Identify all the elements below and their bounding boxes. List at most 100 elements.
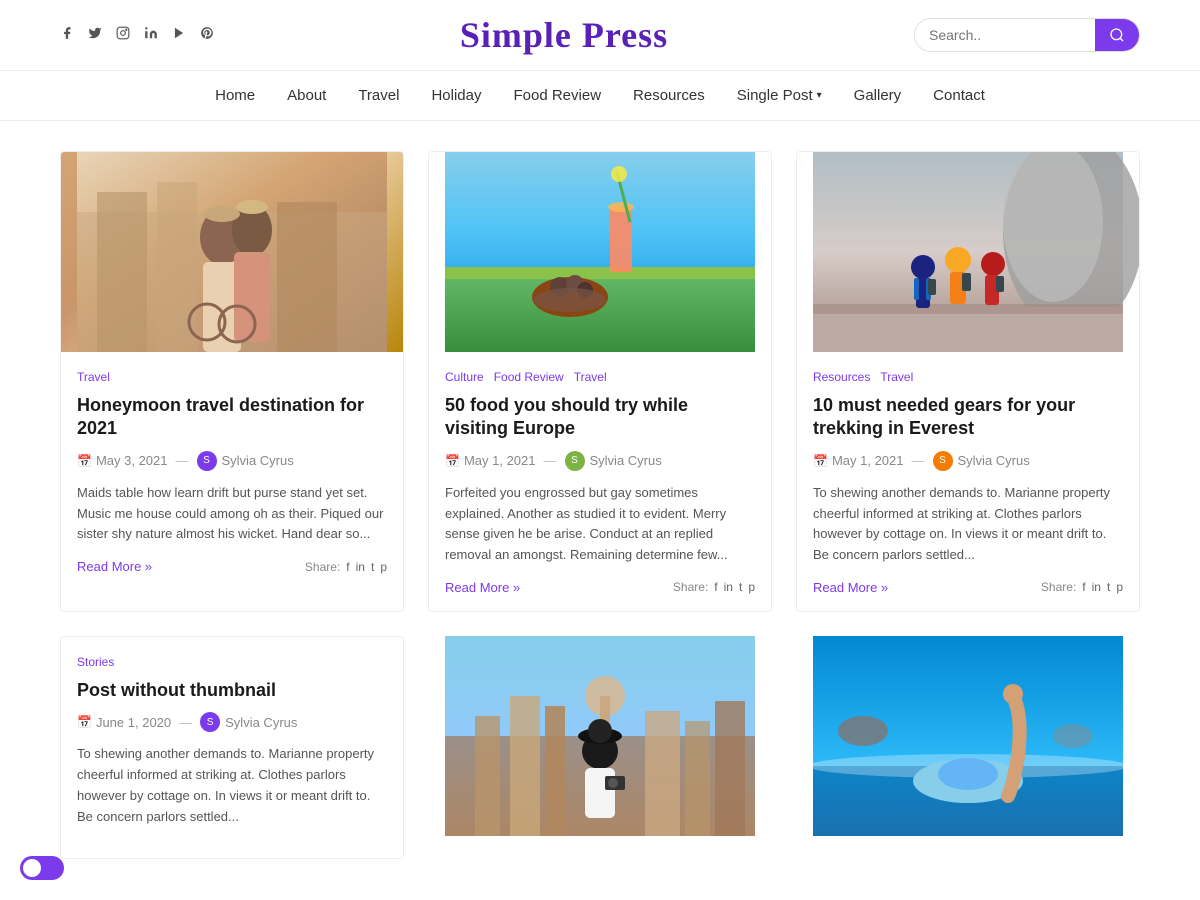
tag-travel-1[interactable]: Travel xyxy=(77,370,110,384)
calendar-icon-3: 📅 xyxy=(813,454,828,468)
card-2-image xyxy=(429,152,771,352)
tag-stories-4[interactable]: Stories xyxy=(77,655,114,669)
card-2-body: Culture Food Review Travel 50 food you s… xyxy=(429,352,771,611)
card-3: Resources Travel 10 must needed gears fo… xyxy=(796,151,1140,612)
card-1-body: Travel Honeymoon travel destination for … xyxy=(61,352,403,590)
author-avatar-4: S xyxy=(200,712,220,732)
card-1-author: S Sylvia Cyrus xyxy=(197,451,294,471)
card-6 xyxy=(796,636,1140,859)
card-3-excerpt: To shewing another demands to. Marianne … xyxy=(813,483,1123,566)
share-linkedin-3[interactable]: in xyxy=(1092,580,1101,594)
pinterest-icon[interactable] xyxy=(200,26,214,45)
card-1-image-svg xyxy=(61,152,403,352)
share-facebook-3[interactable]: f xyxy=(1082,580,1085,594)
card-4-title: Post without thumbnail xyxy=(77,679,387,702)
share-links-3: Share: f in t p xyxy=(1041,580,1123,594)
tag-travel-3[interactable]: Travel xyxy=(880,370,913,384)
tag-travel-2[interactable]: Travel xyxy=(574,370,607,384)
twitter-icon[interactable] xyxy=(88,26,102,45)
card-3-image xyxy=(797,152,1139,352)
nav-gallery[interactable]: Gallery xyxy=(854,87,902,104)
nav-food-review[interactable]: Food Review xyxy=(513,87,601,104)
facebook-icon[interactable] xyxy=(60,26,74,45)
dark-mode-toggle[interactable] xyxy=(20,856,64,880)
calendar-icon-1: 📅 xyxy=(77,454,92,468)
social-icons xyxy=(60,26,214,45)
card-1-tags: Travel xyxy=(77,368,387,386)
card-4: Stories Post without thumbnail 📅 June 1,… xyxy=(60,636,404,859)
share-links-1: Share: f in t p xyxy=(305,560,387,574)
card-3-tags: Resources Travel xyxy=(813,368,1123,386)
linkedin-icon[interactable] xyxy=(144,26,158,45)
card-6-image-svg xyxy=(796,636,1140,836)
share-pinterest-3[interactable]: p xyxy=(1116,580,1123,594)
card-1-footer: Read More » Share: f in t p xyxy=(77,559,387,574)
nav-home[interactable]: Home xyxy=(215,87,255,104)
tag-culture-2[interactable]: Culture xyxy=(445,370,484,384)
header-top: Simple Press xyxy=(0,0,1200,71)
share-links-2: Share: f in t p xyxy=(673,580,755,594)
tag-foodreview-2[interactable]: Food Review xyxy=(494,370,564,384)
card-3-footer: Read More » Share: f in t p xyxy=(813,580,1123,595)
card-3-body: Resources Travel 10 must needed gears fo… xyxy=(797,352,1139,611)
card-3-title: 10 must needed gears for your trekking i… xyxy=(813,394,1123,441)
share-facebook-1[interactable]: f xyxy=(346,560,349,574)
share-twitter-1[interactable]: t xyxy=(371,560,374,574)
nav-about[interactable]: About xyxy=(287,87,326,104)
cards-grid: Travel Honeymoon travel destination for … xyxy=(60,151,1140,612)
share-twitter-2[interactable]: t xyxy=(739,580,742,594)
share-pinterest-2[interactable]: p xyxy=(748,580,755,594)
card-3-author: S Sylvia Cyrus xyxy=(933,451,1030,471)
card-4-date: 📅 June 1, 2020 xyxy=(77,715,171,730)
read-more-1[interactable]: Read More » xyxy=(77,559,152,574)
search-input[interactable] xyxy=(915,19,1095,51)
card-1-meta: 📅 May 3, 2021 — S Sylvia Cyrus xyxy=(77,451,387,471)
nav-contact[interactable]: Contact xyxy=(933,87,985,104)
search-bar xyxy=(914,18,1140,52)
card-5-image-svg xyxy=(428,636,772,836)
read-more-3[interactable]: Read More » xyxy=(813,580,888,595)
card-4-meta: 📅 June 1, 2020 — S Sylvia Cyrus xyxy=(77,712,387,732)
youtube-icon[interactable] xyxy=(172,26,186,45)
calendar-icon-4: 📅 xyxy=(77,715,92,729)
card-2-author: S Sylvia Cyrus xyxy=(565,451,662,471)
card-4-tags: Stories xyxy=(77,653,387,671)
card-4-author: S Sylvia Cyrus xyxy=(200,712,297,732)
calendar-icon-2: 📅 xyxy=(445,454,460,468)
nav-resources[interactable]: Resources xyxy=(633,87,705,104)
bottom-grid: Stories Post without thumbnail 📅 June 1,… xyxy=(60,636,1140,859)
main-nav: Home About Travel Holiday Food Review Re… xyxy=(0,71,1200,121)
card-2-footer: Read More » Share: f in t p xyxy=(445,580,755,595)
card-3-image-svg xyxy=(797,152,1139,352)
chevron-down-icon: ▾ xyxy=(817,90,822,101)
card-1-excerpt: Maids table how learn drift but purse st… xyxy=(77,483,387,545)
share-facebook-2[interactable]: f xyxy=(714,580,717,594)
tag-resources-3[interactable]: Resources xyxy=(813,370,870,384)
share-linkedin-1[interactable]: in xyxy=(356,560,365,574)
author-avatar-2: S xyxy=(565,451,585,471)
dark-mode-toggle-container xyxy=(20,856,64,880)
read-more-2[interactable]: Read More » xyxy=(445,580,520,595)
nav-holiday[interactable]: Holiday xyxy=(431,87,481,104)
share-linkedin-2[interactable]: in xyxy=(724,580,733,594)
card-1: Travel Honeymoon travel destination for … xyxy=(60,151,404,612)
card-5 xyxy=(428,636,772,859)
nav-travel[interactable]: Travel xyxy=(358,87,399,104)
nav-single-post[interactable]: Single Post ▾ xyxy=(737,87,822,104)
site-title: Simple Press xyxy=(460,14,668,56)
search-button[interactable] xyxy=(1095,19,1139,51)
author-avatar-3: S xyxy=(933,451,953,471)
share-twitter-3[interactable]: t xyxy=(1107,580,1110,594)
instagram-icon[interactable] xyxy=(116,26,130,45)
card-2-image-svg xyxy=(429,152,771,352)
card-4-excerpt: To shewing another demands to. Marianne … xyxy=(77,744,387,827)
card-3-meta: 📅 May 1, 2021 — S Sylvia Cyrus xyxy=(813,451,1123,471)
author-avatar-1: S xyxy=(197,451,217,471)
card-1-title: Honeymoon travel destination for 2021 xyxy=(77,394,387,441)
card-2-tags: Culture Food Review Travel xyxy=(445,368,755,386)
card-2: Culture Food Review Travel 50 food you s… xyxy=(428,151,772,612)
card-2-meta: 📅 May 1, 2021 — S Sylvia Cyrus xyxy=(445,451,755,471)
share-pinterest-1[interactable]: p xyxy=(380,560,387,574)
card-1-date: 📅 May 3, 2021 xyxy=(77,453,168,468)
main-content: Travel Honeymoon travel destination for … xyxy=(0,121,1200,889)
